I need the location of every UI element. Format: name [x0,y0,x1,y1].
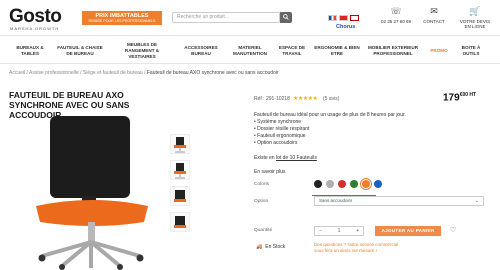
color-swatch-grey[interactable] [326,180,334,188]
nav-item-bureaux[interactable]: BUREAUX & TABLES [8,37,52,64]
search-button[interactable] [280,12,292,23]
nav-item-manutention[interactable]: MATERIEL MANUTENTION [228,37,272,64]
promo-banner[interactable]: PRIX IMBATTABLES REMISE POUR LES PROFESS… [82,11,162,25]
color-swatch-blue[interactable] [374,180,382,188]
mail-icon: ✉ [430,6,438,16]
cart-icon: 🛒 [469,6,481,16]
thumbnail-image[interactable] [170,186,190,206]
phone-label: 02 35 27 60 69 [380,19,412,24]
rating-stars[interactable]: ★★★★★ [293,95,318,102]
breadcrumb: Accueil / Assise professionnelle / Siège… [9,70,279,76]
quote-sublabel: EN LIGNE [464,24,486,29]
sales-note-line: vous fera un devis sur mesure ! [314,248,377,253]
add-to-cart-button[interactable]: AJOUTER AU PANIER [375,226,441,236]
chair-thumbnail-icon [174,163,186,179]
search-input[interactable]: Recherche un produit... [172,12,280,23]
nav-item-espace-travail[interactable]: ESPACE DE TRAVAIL [274,37,310,64]
quantity-value[interactable]: 1 [338,228,341,234]
chair-thumbnail-icon [174,190,186,202]
product-reference: Réf : 291-10218 [254,96,290,102]
nav-item-promo[interactable]: PROMO [426,37,452,64]
label-badge-icon [339,15,348,21]
option-select[interactable]: Sans accoudoirs ⌄ [314,196,484,206]
label-badge-icon [350,15,359,21]
quantity-increment-button[interactable]: + [356,228,359,234]
chair-thumbnail-icon [174,216,186,228]
chair-thumbnail-icon [174,137,186,153]
phone-link[interactable]: ☏ 02 35 27 60 69 [376,6,416,24]
search-icon [283,14,289,20]
option-label: Option [254,199,269,204]
nav-item-ergonomie[interactable]: ERGONOMIE & BIEN ETRE [312,37,362,64]
quantity-label: Quantité [254,228,273,233]
stock-label: En Stock [265,244,286,250]
color-swatch-red[interactable] [338,180,346,188]
quote-link[interactable]: 🛒 VOTRE DEVIS EN LIGNE [455,6,495,29]
nav-item-boite-outils[interactable]: BOITE À OUTILS [456,37,486,64]
phone-icon: ☏ [390,6,402,16]
contact-link[interactable]: ✉ CONTACT [414,6,454,24]
product-main-image[interactable] [22,110,162,270]
breadcrumb-path[interactable]: Accueil / Assise professionnelle / Siège… [9,70,147,76]
site-logo[interactable]: Gosto [9,6,62,28]
sales-note[interactable]: Des questions ? Notre service commercial… [314,242,398,254]
nav-item-fauteuils[interactable]: FAUTEUIL & CHAISE DE BUREAU [56,37,104,64]
read-more-link[interactable]: En savoir plus [254,169,285,175]
french-flag-icon [328,15,337,21]
description-line: • Dossier résille respirant [254,126,310,132]
favorite-heart-icon[interactable]: ♡ [448,226,458,236]
thumbnail-image[interactable] [170,160,190,180]
bundle-link[interactable]: lot de 10 Fauteuils [276,155,317,161]
nav-item-exterieur[interactable]: MOBILIER EXTERIEUR PROFESSIONNEL [364,37,422,64]
bundle-prefix: Existe en [254,155,276,161]
product-thumbnails [170,134,192,238]
logo-tagline: MARSHA GROWTH [10,26,60,31]
stock-status: 🚚 En Stock [256,244,285,250]
quantity-decrement-button[interactable]: − [319,228,322,234]
nav-item-rangement[interactable]: MEUBLES DE RANGEMENT & VESTIAIRES [112,37,172,64]
nav-item-accessoires[interactable]: ACCESSOIRES BUREAU [178,37,224,64]
truck-icon: 🚚 [256,244,263,250]
color-swatch-black[interactable] [314,180,322,188]
breadcrumb-current: Fauteuil de bureau AXO synchrone avec ou… [146,70,279,76]
price-amount: 179 [443,92,460,104]
color-swatch-green[interactable] [350,180,358,188]
description-line: • Option accoudoirs [254,140,298,146]
site-header: Gosto MARSHA GROWTH PRIX IMBATTABLES REM… [0,0,500,36]
chevron-down-icon: ⌄ [474,198,479,204]
contact-label: CONTACT [423,19,445,24]
description-line: Fauteuil de bureau idéal pour un usage d… [254,112,406,118]
product-description: Fauteuil de bureau idéal pour un usage d… [254,112,406,147]
thumbnail-image[interactable] [170,134,190,154]
quantity-stepper[interactable]: − 1 + [314,226,364,236]
option-value: Sans accoudoirs [319,198,353,203]
review-count[interactable]: (5 avis) [323,96,339,102]
description-line: • Fauteuil ergonomique [254,133,306,139]
description-line: • Système synchrone [254,119,302,125]
main-navigation: BUREAUX & TABLES FAUTEUIL & CHAISE DE BU… [0,37,500,64]
price-suffix: €00 HT [459,92,477,98]
promo-subtitle: REMISE POUR LES PROFESSIONNELS [88,19,156,23]
chorus-badge: Chorus [336,24,356,30]
thumbnail-image[interactable] [170,212,190,232]
colors-label: Coloris [254,182,269,187]
product-price: 179€00 HT [443,92,476,103]
color-swatch-orange[interactable] [362,180,370,188]
bundle-info: Existe en lot de 10 Fauteuils [254,155,317,161]
